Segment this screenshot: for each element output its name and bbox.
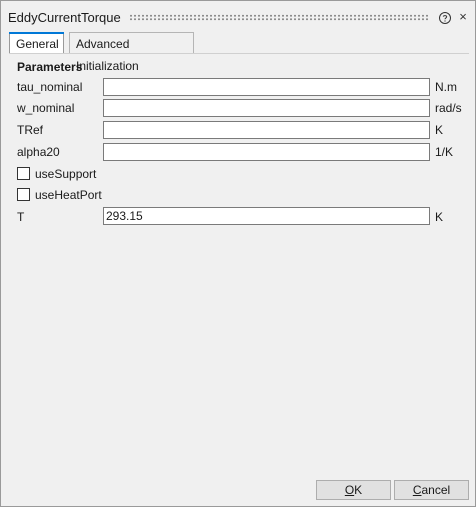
tref-label: TRef bbox=[17, 123, 44, 137]
alpha20-label: alpha20 bbox=[17, 145, 60, 159]
tau-nominal-input[interactable] bbox=[103, 78, 430, 96]
tau-nominal-label: tau_nominal bbox=[17, 80, 83, 94]
use-support-label[interactable]: useSupport bbox=[35, 167, 96, 181]
tref-unit: K bbox=[435, 123, 444, 137]
close-icon[interactable]: × bbox=[456, 10, 470, 24]
tab-advanced-initialization[interactable]: Advanced Initialization bbox=[69, 32, 194, 73]
use-support-checkbox[interactable] bbox=[17, 167, 30, 180]
cancel-label-rest: ancel bbox=[421, 483, 451, 497]
tab-divider bbox=[9, 53, 469, 54]
alpha20-unit: 1/K bbox=[435, 145, 454, 159]
w-nominal-input[interactable] bbox=[103, 99, 430, 117]
help-icon[interactable] bbox=[438, 11, 452, 25]
w-nominal-unit: rad/s bbox=[435, 101, 462, 115]
window-title: EddyCurrentTorque bbox=[8, 10, 121, 25]
tab-advanced-label: Advanced Initialization bbox=[76, 37, 139, 73]
tab-general[interactable]: General bbox=[9, 32, 64, 54]
parameters-heading: Parameters bbox=[17, 60, 83, 74]
ok-mnemonic: O bbox=[344, 483, 355, 497]
t-label: T bbox=[17, 210, 25, 224]
ok-button[interactable]: OK bbox=[316, 480, 391, 500]
tref-input[interactable] bbox=[103, 121, 430, 139]
title-bar[interactable]: EddyCurrentTorque × bbox=[1, 1, 475, 31]
t-input[interactable] bbox=[103, 207, 430, 225]
tau-nominal-unit: N.m bbox=[435, 80, 457, 94]
ok-label-rest: K bbox=[354, 483, 363, 497]
cancel-button[interactable]: Cancel bbox=[394, 480, 469, 500]
tab-bar: General Advanced Initialization bbox=[9, 32, 469, 73]
alpha20-input[interactable] bbox=[103, 143, 430, 161]
w-nominal-label: w_nominal bbox=[17, 101, 75, 115]
tab-general-label: General bbox=[16, 37, 59, 51]
t-unit: K bbox=[435, 210, 444, 224]
dialog: EddyCurrentTorque × General Advanced Ini… bbox=[0, 0, 476, 507]
use-heat-port-label[interactable]: useHeatPort bbox=[35, 188, 102, 202]
help-circle-icon bbox=[439, 12, 451, 24]
use-heat-port-checkbox[interactable] bbox=[17, 188, 30, 201]
drag-grip[interactable] bbox=[129, 14, 429, 21]
